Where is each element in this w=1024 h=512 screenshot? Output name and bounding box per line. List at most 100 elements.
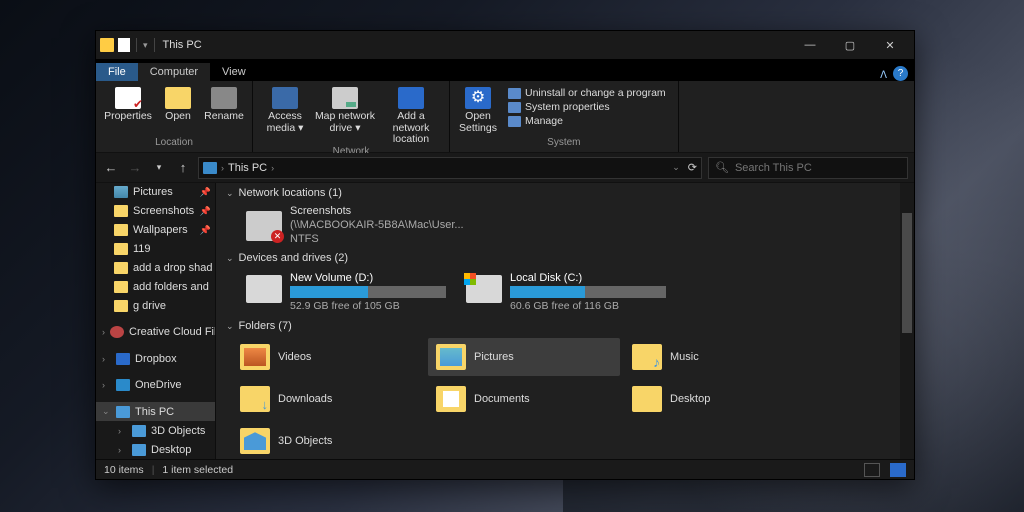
up-button[interactable]: ↑ bbox=[174, 160, 192, 175]
media-icon bbox=[272, 87, 298, 109]
chevron-right-icon[interactable]: › bbox=[102, 380, 111, 390]
section-folders[interactable]: ⌄Folders (7) bbox=[216, 316, 914, 336]
map-drive-button[interactable]: Map network drive ▾ bbox=[313, 83, 377, 134]
search-input[interactable] bbox=[735, 162, 901, 174]
section-devices-drives[interactable]: ⌄Devices and drives (2) bbox=[216, 248, 914, 268]
chevron-right-icon[interactable]: › bbox=[118, 445, 127, 455]
close-button[interactable]: ✕ bbox=[870, 31, 910, 59]
tab-computer[interactable]: Computer bbox=[138, 63, 210, 81]
search-bar[interactable]: 🔍︎ bbox=[708, 157, 908, 179]
chevron-down-icon: ⌄ bbox=[226, 188, 234, 199]
pc-icon bbox=[116, 406, 130, 418]
label: Open bbox=[165, 111, 191, 123]
maximize-button[interactable]: ▢ bbox=[830, 31, 870, 59]
qa-dropdown-icon[interactable]: ▾ bbox=[143, 40, 148, 51]
help-icon[interactable]: ? bbox=[893, 66, 908, 81]
ribbon-group-location: Properties Open Rename Location bbox=[96, 81, 253, 152]
folder-icon bbox=[632, 386, 662, 412]
details-view-toggle[interactable] bbox=[864, 463, 880, 477]
sidebar-item-wallpapers[interactable]: Wallpapers📌 bbox=[96, 221, 215, 240]
status-selected-count: 1 item selected bbox=[162, 464, 233, 476]
drive-usage-bar bbox=[510, 286, 666, 298]
rename-button[interactable]: Rename bbox=[202, 83, 246, 123]
folder-item-pictures[interactable]: Pictures bbox=[428, 338, 620, 376]
chevron-right-icon[interactable]: › bbox=[221, 163, 224, 173]
drive-usage-bar bbox=[290, 286, 446, 298]
section-network-locations[interactable]: ⌄Network locations (1) bbox=[216, 183, 914, 203]
sidebar-item-creative-cloud-file[interactable]: ›Creative Cloud File bbox=[96, 323, 215, 342]
scrollbar-thumb[interactable] bbox=[902, 213, 912, 333]
chevron-right-icon[interactable]: › bbox=[102, 354, 111, 364]
label: Rename bbox=[204, 111, 244, 123]
sidebar-item-label: add folders and bbox=[133, 281, 209, 293]
folder-icon bbox=[632, 344, 662, 370]
sidebar-item-label: add a drop shad bbox=[133, 262, 213, 274]
navigation-pane[interactable]: Pictures📌Screenshots📌Wallpapers📌 119 add a… bbox=[96, 183, 216, 459]
sidebar-item-desktop[interactable]: › Desktop bbox=[96, 440, 215, 459]
tab-view[interactable]: View bbox=[210, 63, 258, 81]
open-button[interactable]: Open bbox=[156, 83, 200, 123]
sidebar-item-3d-objects[interactable]: ›3D Objects bbox=[96, 421, 215, 440]
network-drive-icon bbox=[246, 211, 282, 241]
network-location-item[interactable]: Screenshots (\\MACBOOKAIR-5B8A\Mac\User.… bbox=[216, 203, 914, 248]
add-network-location-button[interactable]: Add a network location bbox=[379, 83, 443, 146]
manage-link[interactable]: Manage bbox=[508, 115, 666, 127]
folder-icon bbox=[240, 428, 270, 454]
title-bar[interactable]: ▾ This PC — ▢ ✕ bbox=[96, 31, 914, 59]
history-dropdown-icon[interactable]: ⌄ bbox=[672, 162, 680, 173]
sidebar-item-screenshots[interactable]: Screenshots📌 bbox=[96, 202, 215, 221]
drive-icon bbox=[332, 87, 358, 109]
back-button[interactable]: ← bbox=[102, 160, 120, 175]
drive-item[interactable]: Local Disk (C:)60.6 GB free of 116 GB bbox=[466, 272, 666, 312]
open-settings-button[interactable]: ⚙Open Settings bbox=[456, 83, 500, 134]
recent-dropdown[interactable]: ▾ bbox=[150, 162, 168, 173]
collapse-ribbon-icon[interactable]: ᐱ bbox=[880, 70, 887, 81]
doc-icon bbox=[118, 38, 130, 52]
pc-icon bbox=[132, 425, 146, 437]
folder-item-downloads[interactable]: Downloads bbox=[232, 380, 424, 418]
chevron-down-icon[interactable]: ⌄ bbox=[102, 406, 111, 417]
chevron-right-icon[interactable]: › bbox=[271, 163, 274, 173]
folder-item-desktop[interactable]: Desktop bbox=[624, 380, 816, 418]
folder-item-videos[interactable]: Videos bbox=[232, 338, 424, 376]
vertical-scrollbar[interactable] bbox=[900, 183, 914, 459]
separator: | bbox=[152, 464, 155, 476]
folder-open-icon bbox=[165, 87, 191, 109]
access-media-button[interactable]: Access media ▾ bbox=[259, 83, 311, 134]
rename-icon bbox=[211, 87, 237, 109]
content-pane[interactable]: ⌄Network locations (1) Screenshots (\\MA… bbox=[216, 183, 914, 459]
folder-item-documents[interactable]: Documents bbox=[428, 380, 620, 418]
drive-free-text: 52.9 GB free of 105 GB bbox=[290, 300, 446, 312]
tab-file[interactable]: File bbox=[96, 63, 138, 81]
sidebar-item-add-a-drop-shad[interactable]: add a drop shad bbox=[96, 259, 215, 278]
properties-button[interactable]: Properties bbox=[102, 83, 154, 123]
folder-item-music[interactable]: Music bbox=[624, 338, 816, 376]
folder-icon bbox=[114, 281, 128, 293]
sidebar-item-label: 119 bbox=[133, 243, 151, 255]
system-properties-link[interactable]: System properties bbox=[508, 101, 666, 113]
minimize-button[interactable]: — bbox=[790, 31, 830, 59]
chevron-right-icon[interactable]: › bbox=[102, 327, 105, 337]
sidebar-item-label: Desktop bbox=[151, 444, 191, 456]
uninstall-program-link[interactable]: Uninstall or change a program bbox=[508, 87, 666, 99]
label: Manage bbox=[525, 115, 563, 127]
forward-button[interactable]: → bbox=[126, 160, 144, 175]
drive-item[interactable]: New Volume (D:)52.9 GB free of 105 GB bbox=[246, 272, 446, 312]
sidebar-item-label: Wallpapers bbox=[133, 224, 188, 236]
sidebar-item-label: OneDrive bbox=[135, 379, 181, 391]
drive-icon bbox=[466, 275, 502, 303]
sidebar-item-pictures[interactable]: Pictures📌 bbox=[96, 183, 215, 202]
sidebar-item-g-drive[interactable]: g drive bbox=[96, 296, 215, 315]
sidebar-item-119[interactable]: 119 bbox=[96, 240, 215, 259]
address-bar[interactable]: › This PC › ⌄ ⟳ bbox=[198, 157, 702, 179]
sidebar-item-add-folders-and[interactable]: add folders and bbox=[96, 278, 215, 297]
sidebar-item-onedrive[interactable]: › OneDrive bbox=[96, 376, 215, 395]
separator bbox=[154, 38, 155, 52]
breadcrumb[interactable]: This PC bbox=[228, 162, 267, 174]
sidebar-item-dropbox[interactable]: ›Dropbox bbox=[96, 349, 215, 368]
refresh-icon[interactable]: ⟳ bbox=[688, 161, 697, 174]
folder-item-3d-objects[interactable]: 3D Objects bbox=[232, 422, 424, 459]
tiles-view-toggle[interactable] bbox=[890, 463, 906, 477]
sidebar-item-this-pc[interactable]: ⌄This PC bbox=[96, 402, 215, 421]
chevron-right-icon[interactable]: › bbox=[118, 426, 127, 436]
